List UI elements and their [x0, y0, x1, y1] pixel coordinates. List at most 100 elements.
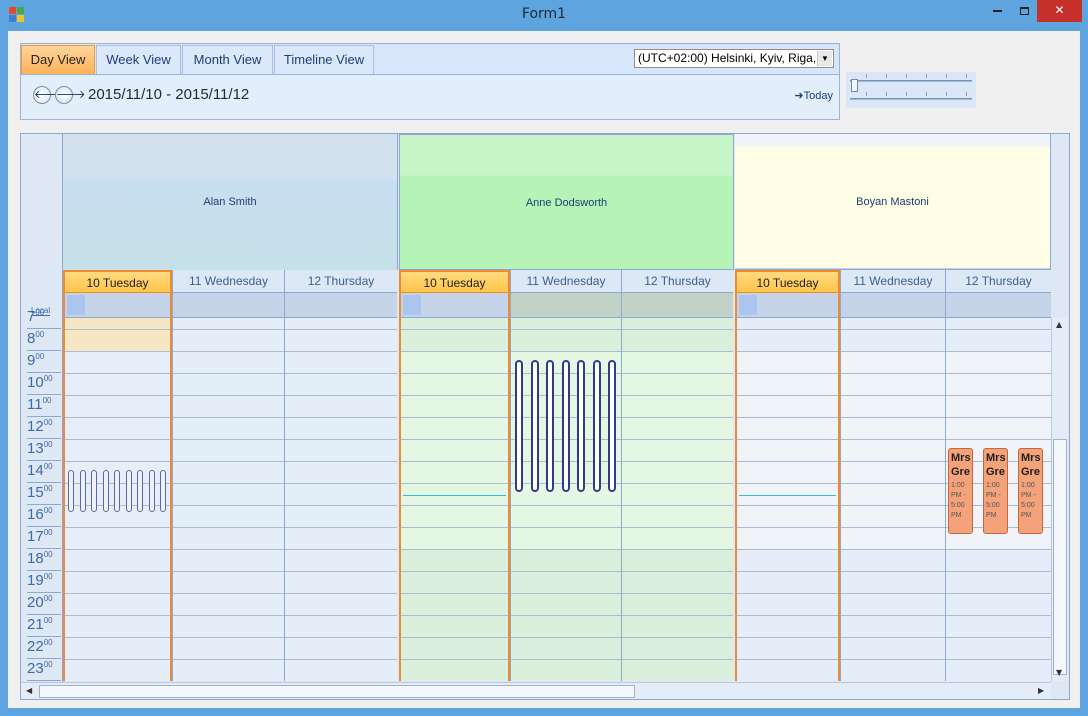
hour-label: 1300 — [27, 439, 61, 461]
day-header[interactable]: 12 Thursday — [945, 270, 1051, 293]
all-day-slot[interactable] — [840, 293, 945, 318]
day-column[interactable] — [510, 318, 621, 681]
form-client-area: Day View Week View Month View Timeline V… — [8, 31, 1080, 708]
timezone-dropdown[interactable]: (UTC+02:00) Helsinki, Kyiv, Riga, ▼ — [634, 49, 834, 68]
appointment[interactable] — [515, 360, 523, 492]
appointment[interactable]: Mrs Gre 1:00 PM - 5:00 PM — [948, 448, 973, 534]
all-day-slot[interactable] — [63, 293, 172, 318]
scroll-up-icon[interactable]: ▲ — [1056, 320, 1062, 329]
resource-name: Alan Smith — [203, 196, 257, 208]
appointment-subject: Mrs — [951, 452, 971, 464]
hour-label: 2200 — [27, 637, 61, 659]
hour-label: 900 — [27, 351, 61, 373]
appointment[interactable] — [608, 360, 616, 492]
appointment[interactable] — [148, 470, 155, 512]
appointment[interactable]: Mrs Gre 1:00 PM - 5:00 PM — [983, 448, 1008, 534]
appointment[interactable] — [79, 470, 86, 512]
scroll-thumb[interactable] — [39, 685, 635, 698]
hour-label: 2300 — [27, 659, 61, 681]
zoom-slider-top[interactable] — [846, 72, 976, 90]
maximize-button[interactable] — [1011, 0, 1038, 22]
close-button[interactable]: ✕ — [1037, 0, 1082, 22]
minimize-icon — [993, 9, 1002, 12]
appointment[interactable] — [91, 470, 97, 512]
day-header[interactable]: 10 Tuesday — [735, 270, 840, 293]
appointment[interactable] — [530, 360, 539, 492]
scroll-thumb[interactable] — [1053, 439, 1067, 675]
appointment-subject: Gre — [986, 466, 1005, 478]
hour-label: 2000 — [27, 593, 61, 615]
timezone-value: (UTC+02:00) Helsinki, Kyiv, Riga, — [638, 51, 817, 65]
today-label: Today — [803, 90, 833, 102]
all-day-slot[interactable] — [735, 293, 840, 318]
zoom-slider-bottom[interactable] — [846, 79, 976, 108]
all-day-slot[interactable] — [945, 293, 1051, 318]
vertical-scrollbar[interactable]: ▲ ▼ — [1051, 318, 1068, 681]
title-bar[interactable]: Form1 ✕ — [0, 0, 1088, 30]
appointment[interactable] — [561, 360, 570, 492]
resource-header-anne-dodsworth[interactable]: Anne Dodsworth — [399, 134, 734, 270]
day-column[interactable] — [284, 318, 397, 681]
resource-header-alan-smith[interactable]: Alan Smith — [63, 134, 398, 270]
appointment[interactable] — [577, 360, 585, 492]
hour-label: 1700 — [27, 527, 61, 549]
horizontal-scrollbar[interactable]: ◀ ▶ — [21, 682, 1051, 699]
next-button[interactable]: 🡒 — [55, 86, 86, 104]
appointment[interactable] — [68, 470, 74, 512]
day-column[interactable]: Mrs Gre 1:00 PM - 5:00 PM Mrs Gre 1:00 PM - 5… — [945, 318, 1051, 681]
day-column[interactable] — [621, 318, 733, 681]
day-column[interactable] — [63, 318, 172, 681]
hour-label: 1400 — [27, 461, 61, 483]
appointment[interactable] — [102, 470, 109, 512]
scroll-down-icon[interactable]: ▼ — [1056, 668, 1062, 677]
resource-header-boyan-mastoni[interactable]: Boyan Mastoni — [735, 134, 1051, 270]
appointment[interactable] — [592, 360, 601, 492]
appointment[interactable] — [546, 360, 554, 492]
day-column[interactable] — [735, 318, 840, 681]
scroll-right-icon[interactable]: ▶ — [1038, 686, 1044, 695]
day-header[interactable]: 10 Tuesday — [399, 270, 510, 293]
all-day-slot[interactable] — [621, 293, 733, 318]
resource-name: Anne Dodsworth — [525, 197, 608, 209]
appointment[interactable] — [125, 470, 132, 512]
scheduler-control[interactable]: Local 700 800 900 1000 1100 1200 1300 1400 1500 1… — [20, 133, 1070, 700]
appointment-subject: Gre — [951, 466, 970, 478]
tab-day-view[interactable]: Day View — [21, 45, 95, 74]
current-time-indicator — [403, 495, 506, 496]
tab-month-view[interactable]: Month View — [182, 45, 273, 74]
tab-timeline-view[interactable]: Timeline View — [274, 45, 374, 74]
today-link[interactable]: ➜Today — [794, 89, 833, 102]
appointment[interactable]: Mrs Gre 1:00 PM - 5:00 PM — [1018, 448, 1043, 534]
all-day-slot[interactable] — [172, 293, 284, 318]
day-column[interactable] — [399, 318, 510, 681]
slider-thumb[interactable] — [851, 79, 858, 92]
minimize-button[interactable] — [984, 0, 1011, 22]
scheduler-navigator: Day View Week View Month View Timeline V… — [20, 43, 840, 120]
appointment-subject: Mrs — [986, 452, 1006, 464]
previous-button[interactable]: 🡐 — [33, 86, 64, 104]
day-header[interactable]: 12 Thursday — [621, 270, 733, 293]
day-header[interactable]: 10 Tuesday — [63, 270, 172, 293]
scroll-left-icon[interactable]: ◀ — [26, 686, 32, 695]
appointment-subject: Mrs — [1021, 452, 1041, 464]
hour-label: 2100 — [27, 615, 61, 637]
appointment[interactable] — [114, 470, 120, 512]
day-header[interactable]: 11 Wednesday — [172, 270, 284, 293]
day-header[interactable]: 11 Wednesday — [840, 270, 945, 293]
day-header[interactable]: 12 Thursday — [284, 270, 397, 293]
tab-week-view[interactable]: Week View — [96, 45, 181, 74]
day-column[interactable] — [840, 318, 945, 681]
appointment[interactable] — [160, 470, 166, 512]
day-column[interactable] — [172, 318, 284, 681]
all-day-slot[interactable] — [399, 293, 510, 318]
appointment[interactable] — [137, 470, 143, 512]
chevron-down-icon[interactable]: ▼ — [817, 51, 832, 66]
window-title: Form1 — [521, 6, 567, 22]
day-header[interactable]: 11 Wednesday — [510, 270, 621, 293]
all-day-slot[interactable] — [510, 293, 621, 318]
all-day-slot[interactable] — [284, 293, 397, 318]
hour-label: 1500 — [27, 483, 61, 505]
arrow-right-icon: ➜ — [794, 90, 804, 102]
close-icon: ✕ — [1054, 3, 1065, 17]
hour-label: 1900 — [27, 571, 61, 593]
